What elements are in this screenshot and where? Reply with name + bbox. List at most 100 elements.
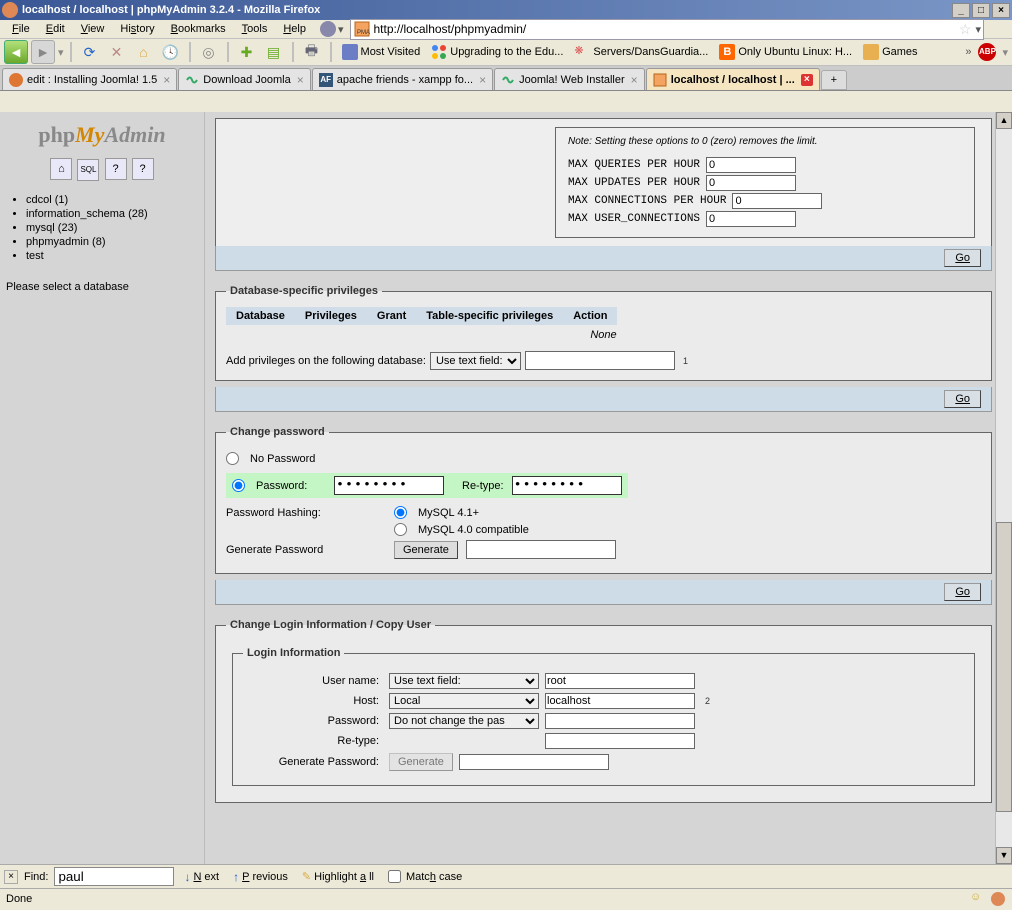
- max-user-connections-input[interactable]: [706, 211, 796, 227]
- tab-xampp[interactable]: AFapache friends - xampp fo...×: [312, 68, 493, 90]
- find-prev-button[interactable]: ↑Previous: [229, 870, 292, 884]
- history-button[interactable]: 🕓: [159, 40, 183, 64]
- tab-close-icon[interactable]: ×: [479, 73, 486, 87]
- tab-joomla-web[interactable]: Joomla! Web Installer×: [494, 68, 645, 90]
- resource-limits-container: Note: Setting these options to 0 (zero) …: [215, 118, 992, 246]
- tab-close-icon[interactable]: ×: [801, 74, 813, 86]
- url-input[interactable]: [374, 22, 955, 36]
- find-close-icon[interactable]: ×: [4, 870, 18, 884]
- db-item[interactable]: information_schema (28): [26, 207, 198, 221]
- retype-input[interactable]: [512, 476, 622, 495]
- pma-favicon: PMA: [353, 20, 371, 38]
- host-select[interactable]: Local: [389, 693, 539, 709]
- db-item[interactable]: cdcol (1): [26, 193, 198, 207]
- go-button[interactable]: Go: [944, 583, 981, 601]
- db-item[interactable]: test: [26, 249, 198, 263]
- login-password-input[interactable]: [545, 713, 695, 729]
- bookmarks-overflow[interactable]: »: [961, 46, 975, 58]
- forward-button[interactable]: ►: [31, 40, 55, 64]
- tab-close-icon[interactable]: ×: [631, 73, 638, 87]
- find-highlight-button[interactable]: ✎Highlight all: [298, 870, 378, 883]
- tab-download-joomla[interactable]: Download Joomla×: [178, 68, 310, 90]
- sql-icon[interactable]: SQL: [77, 159, 99, 181]
- scroll-down-icon[interactable]: ▼: [996, 847, 1012, 864]
- add-priv-input[interactable]: [525, 351, 675, 370]
- url-bar[interactable]: PMA ☆ ▾: [350, 19, 985, 40]
- help-icon[interactable]: ?: [105, 158, 127, 180]
- change-login-fieldset: Change Login Information / Copy User Log…: [215, 619, 992, 803]
- minimize-button[interactable]: _: [952, 3, 970, 18]
- login-password-select[interactable]: Do not change the pas: [389, 713, 539, 729]
- reload-button[interactable]: ⟳: [78, 40, 102, 64]
- menu-file[interactable]: File: [4, 23, 38, 35]
- host-input[interactable]: [545, 693, 695, 709]
- home-button[interactable]: ⌂: [132, 40, 156, 64]
- tab-phpmyadmin[interactable]: localhost / localhost | ...×: [646, 68, 820, 90]
- username-select[interactable]: Use text field:: [389, 673, 539, 689]
- status-firefox-icon[interactable]: [990, 891, 1006, 907]
- db-privileges-fieldset: Database-specific privileges Database Pr…: [215, 285, 992, 381]
- find-input[interactable]: [54, 867, 174, 886]
- go-button[interactable]: Go: [944, 249, 981, 267]
- add-priv-select[interactable]: Use text field:: [430, 352, 521, 370]
- tab-joomla-install[interactable]: edit : Installing Joomla! 1.5×: [2, 68, 177, 90]
- bookmarks-icon[interactable]: ▤: [262, 40, 286, 64]
- username-input[interactable]: [545, 673, 695, 689]
- menu-tools[interactable]: Tools: [234, 23, 276, 35]
- menu-bookmarks[interactable]: Bookmarks: [163, 23, 234, 35]
- generate-button[interactable]: Generate: [394, 541, 458, 559]
- login-retype-input[interactable]: [545, 733, 695, 749]
- max-updates-input[interactable]: [706, 175, 796, 191]
- stop-button[interactable]: ✕: [105, 40, 129, 64]
- bookmark-star-icon[interactable]: ☆: [959, 21, 972, 38]
- bookmark-most-visited[interactable]: Most Visited: [338, 41, 425, 63]
- generate-output[interactable]: [466, 540, 616, 559]
- pageinfo-icon[interactable]: ◎: [197, 40, 221, 64]
- back-button[interactable]: ◄: [4, 40, 28, 64]
- max-queries-input[interactable]: [706, 157, 796, 173]
- scroll-thumb[interactable]: [996, 522, 1012, 812]
- bookmark-ubuntu[interactable]: BOnly Ubuntu Linux: H...: [715, 41, 856, 63]
- password-input[interactable]: [334, 476, 444, 495]
- password-radio[interactable]: [232, 479, 245, 492]
- col-action: Action: [563, 307, 617, 325]
- login-generate-output[interactable]: [459, 754, 609, 770]
- db-item[interactable]: phpmyadmin (8): [26, 235, 198, 249]
- addbookmark-icon[interactable]: ✚: [235, 40, 259, 64]
- home-icon[interactable]: ⌂: [50, 158, 72, 180]
- change-password-fieldset: Change password No Password Password: Re…: [215, 426, 992, 574]
- maximize-button[interactable]: □: [972, 3, 990, 18]
- bookmark-servers[interactable]: ❋Servers/DansGuardia...: [570, 41, 712, 63]
- menubar: File Edit View History Bookmarks Tools H…: [0, 20, 1012, 39]
- match-case-checkbox[interactable]: [388, 870, 401, 883]
- scroll-up-icon[interactable]: ▲: [996, 112, 1012, 129]
- hash-41-radio[interactable]: [394, 506, 407, 519]
- status-smiley-icon[interactable]: ☺: [970, 891, 986, 907]
- menu-view[interactable]: View: [73, 23, 113, 35]
- close-button[interactable]: ×: [992, 3, 1010, 18]
- bookmark-upgrading[interactable]: Upgrading to the Edu...: [427, 41, 567, 63]
- login-generate-button[interactable]: Generate: [389, 753, 453, 771]
- no-password-radio[interactable]: [226, 452, 239, 465]
- col-privileges: Privileges: [295, 307, 367, 325]
- menu-edit[interactable]: Edit: [38, 23, 73, 35]
- vertical-scrollbar[interactable]: ▲ ▼: [995, 112, 1012, 864]
- find-next-button[interactable]: ↓Next: [180, 870, 223, 884]
- docs-icon[interactable]: ?: [132, 158, 154, 180]
- db-item[interactable]: mysql (23): [26, 221, 198, 235]
- globe-icon[interactable]: [320, 21, 336, 37]
- new-tab-button[interactable]: +: [821, 70, 847, 90]
- no-password-label: No Password: [250, 453, 315, 465]
- max-updates-label: MAX UPDATES PER HOUR: [568, 177, 700, 189]
- hash-40-radio[interactable]: [394, 523, 407, 536]
- tab-close-icon[interactable]: ×: [163, 73, 170, 87]
- menu-help[interactable]: Help: [275, 23, 314, 35]
- bookmark-games[interactable]: Games: [859, 41, 921, 63]
- tab-close-icon[interactable]: ×: [297, 73, 304, 87]
- print-icon[interactable]: 🖶: [300, 40, 324, 64]
- max-connections-input[interactable]: [732, 193, 822, 209]
- menu-history[interactable]: History: [112, 23, 162, 35]
- window-titlebar: localhost / localhost | phpMyAdmin 3.2.4…: [0, 0, 1012, 20]
- abp-icon[interactable]: ABP: [978, 43, 996, 61]
- go-button[interactable]: Go: [944, 390, 981, 408]
